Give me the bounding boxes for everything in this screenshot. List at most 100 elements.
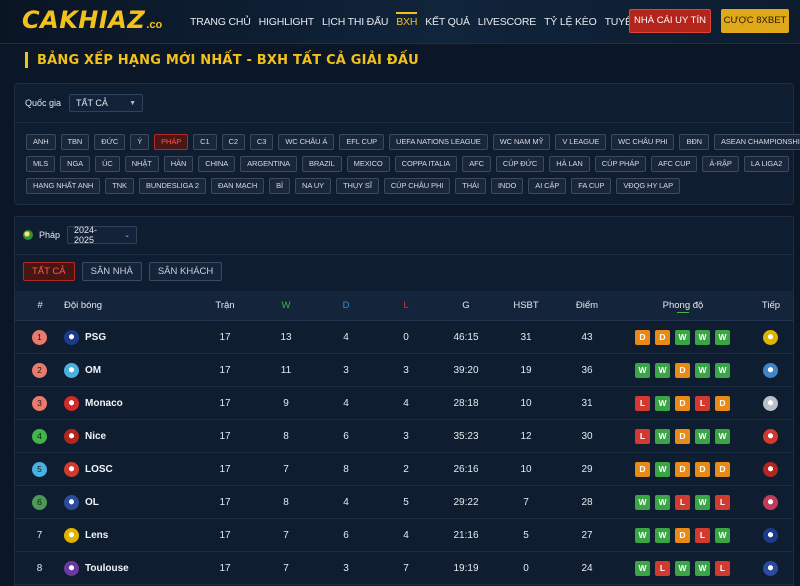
form-badge[interactable]: W (715, 429, 730, 444)
league-chip[interactable]: ÚC (95, 156, 120, 172)
form-badge[interactable]: W (635, 495, 650, 510)
form-badge[interactable]: D (715, 462, 730, 477)
form-badge[interactable]: D (675, 363, 690, 378)
league-chip[interactable]: ĐỨC (94, 134, 126, 150)
league-chip[interactable]: C2 (221, 134, 245, 150)
form-badge[interactable]: D (695, 462, 710, 477)
table-row[interactable]: 2 OM 17 11 3 3 39:20 19 36 W W D W W (15, 354, 793, 387)
league-chip[interactable]: THỤY SĨ (336, 178, 379, 194)
team-name[interactable]: Lens (85, 519, 108, 552)
form-badge[interactable]: W (635, 528, 650, 543)
league-chip[interactable]: C1 (193, 134, 217, 150)
form-badge[interactable]: W (715, 363, 730, 378)
form-badge[interactable]: L (655, 561, 670, 576)
col-drawn[interactable]: D (326, 291, 366, 321)
next-opponent-logo-icon[interactable] (763, 396, 778, 411)
league-chip[interactable]: Ý (130, 134, 150, 150)
league-chip[interactable]: AI CẬP (528, 178, 567, 194)
col-goals[interactable]: G (440, 291, 492, 321)
form-badge[interactable]: D (675, 462, 690, 477)
league-chip[interactable]: TBN (60, 134, 90, 150)
form-badge[interactable]: W (635, 363, 650, 378)
form-badge[interactable]: W (695, 561, 710, 576)
nav-item[interactable]: LỊCH THI ĐẤU (322, 0, 388, 44)
league-chip[interactable]: UEFA NATIONS LEAGUE (389, 134, 488, 150)
league-chip[interactable]: ARGENTINA (240, 156, 297, 172)
team-name[interactable]: Nice (85, 420, 106, 453)
league-chip[interactable]: HÀ LAN (549, 156, 590, 172)
nav-item[interactable]: BXH (396, 0, 417, 44)
next-opponent-logo-icon[interactable] (763, 429, 778, 444)
season-select[interactable]: 2024-2025 ⌄ (67, 225, 138, 245)
form-badge[interactable]: D (635, 462, 650, 477)
table-row[interactable]: 5 LOSC 17 7 8 2 26:16 10 29 D W D D D (15, 453, 793, 486)
form-badge[interactable]: W (655, 462, 670, 477)
league-chip[interactable]: VĐQG HY LẠP (616, 178, 680, 194)
next-opponent-logo-icon[interactable] (763, 495, 778, 510)
form-badge[interactable]: D (675, 528, 690, 543)
form-badge[interactable]: W (655, 396, 670, 411)
form-badge[interactable]: W (695, 330, 710, 345)
nav-item[interactable]: KẾT QUẢ (425, 0, 470, 44)
nav-item[interactable]: HIGHLIGHT (259, 0, 315, 44)
form-badge[interactable]: L (635, 396, 650, 411)
next-opponent-logo-icon[interactable] (763, 363, 778, 378)
form-badge[interactable]: W (715, 528, 730, 543)
league-chip[interactable]: TNK (105, 178, 134, 194)
next-opponent-logo-icon[interactable] (763, 462, 778, 477)
table-row[interactable]: 7 Lens 17 7 6 4 21:16 5 27 W W D L W (15, 519, 793, 552)
form-badge[interactable]: W (715, 330, 730, 345)
col-lost[interactable]: L (386, 291, 426, 321)
form-badge[interactable]: W (675, 330, 690, 345)
league-chip[interactable]: V LEAGUE (555, 134, 607, 150)
form-badge[interactable]: L (675, 495, 690, 510)
tab-venue[interactable]: SÂN NHÀ (81, 262, 142, 281)
league-chip[interactable]: INDO (490, 178, 524, 194)
form-badge[interactable]: D (635, 330, 650, 345)
league-chip[interactable]: Ả-RẬP (702, 156, 739, 172)
table-row[interactable]: 1 PSG 17 13 4 0 46:15 31 43 D D W W W (15, 321, 793, 354)
league-chip[interactable]: LA LIGA2 (743, 156, 790, 172)
col-goal-diff[interactable]: HSBT (506, 291, 546, 321)
tab-venue[interactable]: TẤT CẢ (23, 262, 75, 281)
league-chip[interactable]: PHÁP (154, 134, 189, 150)
form-badge[interactable]: W (655, 363, 670, 378)
league-chip[interactable]: AFC CUP (651, 156, 698, 172)
form-badge[interactable]: W (695, 363, 710, 378)
team-name[interactable]: Monaco (85, 387, 123, 420)
form-badge[interactable]: L (715, 495, 730, 510)
league-chip[interactable]: WC NAM MỸ (492, 134, 551, 150)
league-chip[interactable]: WC CHÂU Á (278, 134, 335, 150)
table-row[interactable]: 4 Nice 17 8 6 3 35:23 12 30 L W D W W (15, 420, 793, 453)
league-chip[interactable]: BỈ (269, 178, 291, 194)
col-played[interactable]: Trận (205, 291, 245, 321)
trusted-bookmaker-button[interactable]: NHÀ CÁI UY TÍN (629, 9, 711, 33)
form-badge[interactable]: W (655, 495, 670, 510)
league-chip[interactable]: AFC (462, 156, 491, 172)
team-name[interactable]: OL (85, 486, 99, 519)
league-chip[interactable]: FA CUP (571, 178, 612, 194)
league-chip[interactable]: ANH (26, 134, 56, 150)
league-chip[interactable]: NGA (60, 156, 91, 172)
country-select[interactable]: TẤT CẢ ▼ (69, 94, 144, 112)
league-chip[interactable]: MLS (26, 156, 56, 172)
nav-item[interactable]: TỶ LỆ KÈO (544, 0, 597, 44)
next-opponent-logo-icon[interactable] (763, 330, 778, 345)
form-badge[interactable]: L (695, 528, 710, 543)
next-opponent-logo-icon[interactable] (763, 528, 778, 543)
form-badge[interactable]: W (635, 561, 650, 576)
league-chip[interactable]: ĐAN MẠCH (210, 178, 265, 194)
league-chip[interactable]: NA UY (295, 178, 332, 194)
site-logo[interactable]: CAKHIAZ .co (22, 6, 162, 36)
league-chip[interactable]: HẠNG NHẤT ANH (26, 178, 101, 194)
team-name[interactable]: OM (85, 354, 101, 387)
league-chip[interactable]: WC CHÂU PHI (611, 134, 675, 150)
league-chip[interactable]: ASEAN CHAMPIONSHIP (713, 134, 800, 150)
league-chip[interactable]: CÚP ĐỨC (495, 156, 545, 172)
col-points[interactable]: Điểm (567, 291, 607, 321)
form-badge[interactable]: W (695, 429, 710, 444)
league-chip[interactable]: BĐN (679, 134, 709, 150)
league-chip[interactable]: COPPA ITALIA (394, 156, 458, 172)
tab-venue[interactable]: SÂN KHÁCH (148, 262, 223, 281)
form-badge[interactable]: D (675, 429, 690, 444)
